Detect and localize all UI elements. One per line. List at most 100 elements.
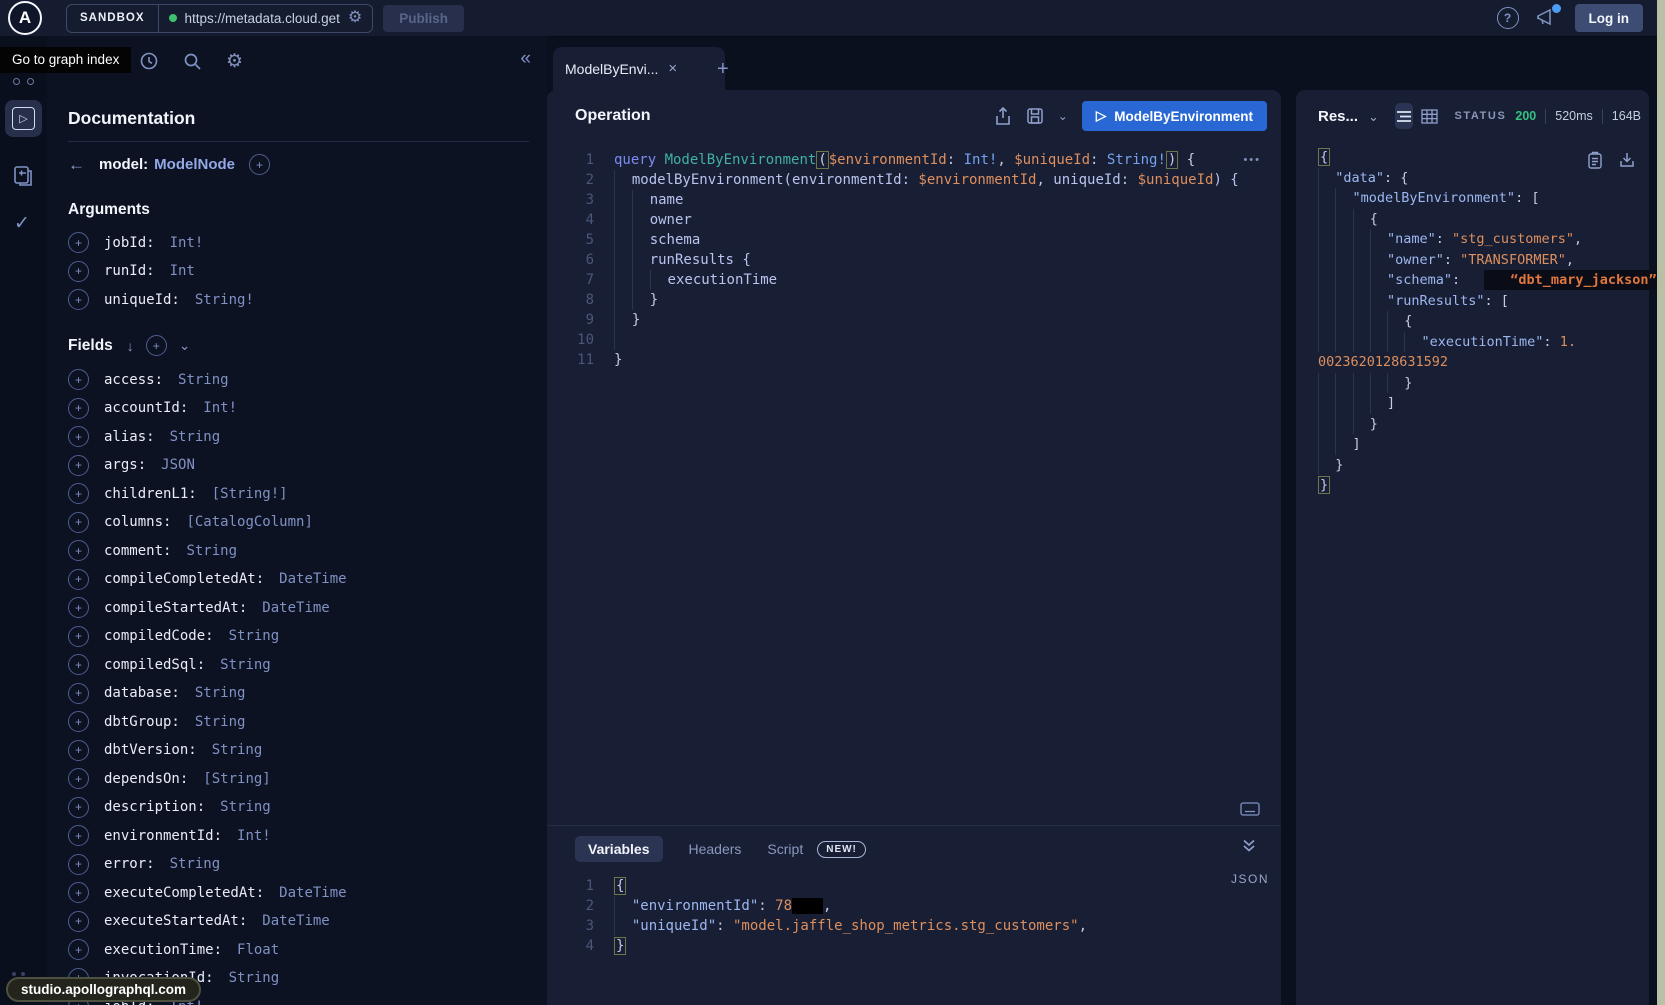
add-to-operation-icon[interactable]: + <box>68 740 89 761</box>
field-row[interactable]: +access:String <box>68 370 527 389</box>
download-response-icon[interactable] <box>1619 151 1635 168</box>
announcements-megaphone-icon[interactable] <box>1535 7 1559 29</box>
field-row[interactable]: +environmentId:Int! <box>68 826 527 845</box>
tree-view-toggle[interactable] <box>1395 103 1413 129</box>
field-name[interactable]: executionTime: <box>104 942 222 958</box>
field-row[interactable]: +dbtVersion:String <box>68 741 527 760</box>
add-to-operation-icon[interactable]: + <box>68 455 89 476</box>
add-all-fields-icon[interactable]: + <box>146 335 167 356</box>
field-type[interactable]: JSON <box>161 457 195 473</box>
field-row[interactable]: +accountId:Int! <box>68 399 527 418</box>
nav-explorer-active[interactable]: ▷ <box>5 100 42 137</box>
field-row[interactable]: +compileStartedAt:DateTime <box>68 598 527 617</box>
tab-modelbyenvironment[interactable]: ModelByEnvi... × <box>553 47 725 90</box>
field-row[interactable]: +error:String <box>68 855 527 874</box>
add-to-operation-icon[interactable]: + <box>68 261 89 282</box>
field-row[interactable]: +executeCompletedAt:DateTime <box>68 883 527 902</box>
field-row[interactable]: +uniqueId:String! <box>68 290 527 309</box>
add-to-operation-icon[interactable]: + <box>68 597 89 618</box>
add-field-icon[interactable]: + <box>249 154 270 175</box>
keyboard-shortcuts-icon[interactable] <box>1240 802 1260 816</box>
field-row[interactable]: + columns: [CatalogColumn] <box>68 513 527 532</box>
field-row[interactable]: +jobId:Int! <box>68 233 527 252</box>
field-type[interactable]: [String!] <box>212 486 288 502</box>
field-name[interactable]: error: <box>104 856 155 872</box>
field-row[interactable]: +runId:Int <box>68 262 527 281</box>
response-body[interactable]: {"data": {"modelByEnvironment": [{"name"… <box>1296 142 1649 496</box>
history-icon[interactable] <box>139 51 159 71</box>
add-to-operation-icon[interactable]: + <box>68 512 89 533</box>
add-to-operation-icon[interactable]: + <box>68 540 89 561</box>
field-name[interactable]: compiledSql: <box>104 657 205 673</box>
add-to-operation-icon[interactable]: + <box>68 683 89 704</box>
field-name[interactable]: alias: <box>104 429 155 445</box>
field-name[interactable]: childrenL1: <box>104 486 197 502</box>
field-type[interactable]: String <box>229 970 280 986</box>
share-icon[interactable] <box>994 107 1012 126</box>
field-name[interactable]: columns: <box>104 514 171 530</box>
field-name[interactable]: compileCompletedAt: <box>104 571 264 587</box>
save-icon[interactable] <box>1026 107 1044 125</box>
add-to-operation-icon[interactable]: + <box>68 768 89 789</box>
field-name[interactable]: compileStartedAt: <box>104 600 247 616</box>
field-type[interactable]: [CatalogColumn] <box>186 514 312 530</box>
field-row[interactable]: +executeStartedAt:DateTime <box>68 912 527 931</box>
field-row[interactable]: +args:JSON <box>68 456 527 475</box>
variables-code[interactable]: 1{2"environmentId": 78,3"uniqueId": "mod… <box>547 866 1281 956</box>
add-to-operation-icon[interactable]: + <box>68 654 89 675</box>
add-to-operation-icon[interactable]: + <box>68 232 89 253</box>
collapse-variables-icon[interactable] <box>1241 838 1257 853</box>
graph-index-icon[interactable] <box>13 78 34 85</box>
field-name[interactable]: database: <box>104 685 180 701</box>
add-to-operation-icon[interactable]: + <box>68 711 89 732</box>
endpoint-url-box[interactable]: https://metadata.cloud.get ⚙ <box>159 10 373 26</box>
field-type[interactable]: String <box>195 685 246 701</box>
add-to-operation-icon[interactable]: + <box>68 569 89 590</box>
field-name[interactable]: dbtGroup: <box>104 714 180 730</box>
field-type[interactable]: String <box>170 429 221 445</box>
fields-menu-chevron-icon[interactable]: ⌄ <box>179 337 191 354</box>
add-to-operation-icon[interactable]: + <box>68 854 89 875</box>
tab-headers[interactable]: Headers <box>689 841 742 857</box>
search-icon[interactable] <box>183 52 202 71</box>
field-name[interactable]: compiledCode: <box>104 628 214 644</box>
field-type[interactable]: DateTime <box>279 885 346 901</box>
add-to-operation-icon[interactable]: + <box>68 911 89 932</box>
field-row[interactable]: +dbtGroup:String <box>68 712 527 731</box>
editor-menu-icon[interactable]: ••• <box>1243 154 1261 166</box>
add-to-operation-icon[interactable]: + <box>68 882 89 903</box>
field-type[interactable]: DateTime <box>279 571 346 587</box>
field-type[interactable]: Int <box>170 263 195 279</box>
tab-script[interactable]: Script <box>767 841 803 857</box>
operation-code[interactable]: 1query ModelByEnvironment($environmentId… <box>547 142 1281 370</box>
field-type[interactable]: Int! <box>170 235 204 251</box>
field-row[interactable]: +description:String <box>68 798 527 817</box>
add-to-operation-icon[interactable]: + <box>68 398 89 419</box>
field-name[interactable]: uniqueId: <box>104 292 180 308</box>
documentation-panel[interactable]: ⚙ « Documentation ← model: ModelNode + A… <box>47 36 547 1005</box>
field-type[interactable]: Int! <box>237 828 271 844</box>
login-button[interactable]: Log in <box>1575 4 1644 32</box>
endpoint-url-input[interactable]: https://metadata.cloud.get <box>185 11 340 26</box>
help-icon[interactable]: ? <box>1497 7 1519 29</box>
endpoint-settings-gear-icon[interactable]: ⚙ <box>348 10 362 26</box>
breadcrumb-type[interactable]: ModelNode <box>154 156 235 173</box>
response-title[interactable]: Res... <box>1318 108 1358 125</box>
nav-checks[interactable]: ✓ <box>14 212 30 235</box>
new-tab-button[interactable]: + <box>717 58 729 81</box>
save-menu-chevron-icon[interactable]: ⌄ <box>1058 109 1068 123</box>
field-type[interactable]: Float <box>237 942 279 958</box>
field-type[interactable]: String <box>220 657 271 673</box>
add-to-operation-icon[interactable]: + <box>68 939 89 960</box>
field-name[interactable]: executeStartedAt: <box>104 913 247 929</box>
add-to-operation-icon[interactable]: + <box>68 426 89 447</box>
field-name[interactable]: accountId: <box>104 400 188 416</box>
field-type[interactable]: String <box>220 799 271 815</box>
operation-editor[interactable]: ••• 1query ModelByEnvironment($environme… <box>547 142 1281 826</box>
field-type[interactable]: String <box>229 628 280 644</box>
copy-response-icon[interactable] <box>1587 151 1603 169</box>
field-type[interactable]: String <box>212 742 263 758</box>
add-to-operation-icon[interactable]: + <box>68 825 89 846</box>
field-row[interactable]: + executionTime: Float <box>68 940 527 959</box>
field-row[interactable]: + compiledSql: String <box>68 655 527 674</box>
